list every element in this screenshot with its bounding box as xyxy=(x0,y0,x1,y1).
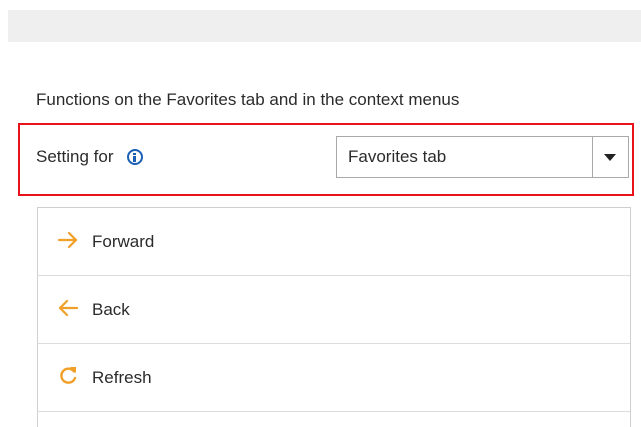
list-item-forward[interactable]: Forward xyxy=(38,208,630,276)
functions-list: Forward Back Refresh xyxy=(37,207,631,427)
list-item-back[interactable]: Back xyxy=(38,276,630,344)
dropdown-button[interactable] xyxy=(592,137,628,177)
chevron-down-icon xyxy=(604,154,616,161)
list-item-label: Back xyxy=(92,300,130,319)
section-title: Functions on the Favorites tab and in th… xyxy=(36,90,460,109)
top-bar xyxy=(8,10,641,42)
setting-for-select[interactable]: Favorites tab xyxy=(336,136,629,178)
refresh-icon xyxy=(57,364,79,388)
arrow-right-icon xyxy=(57,228,79,252)
list-item-label: Forward xyxy=(92,232,155,251)
info-icon[interactable] xyxy=(127,149,143,165)
setting-for-label: Setting for xyxy=(36,147,114,166)
list-item-label: Refresh xyxy=(92,368,152,387)
arrow-left-icon xyxy=(57,296,79,320)
setting-for-selected-value: Favorites tab xyxy=(348,147,447,166)
list-item-refresh[interactable]: Refresh xyxy=(38,344,630,412)
